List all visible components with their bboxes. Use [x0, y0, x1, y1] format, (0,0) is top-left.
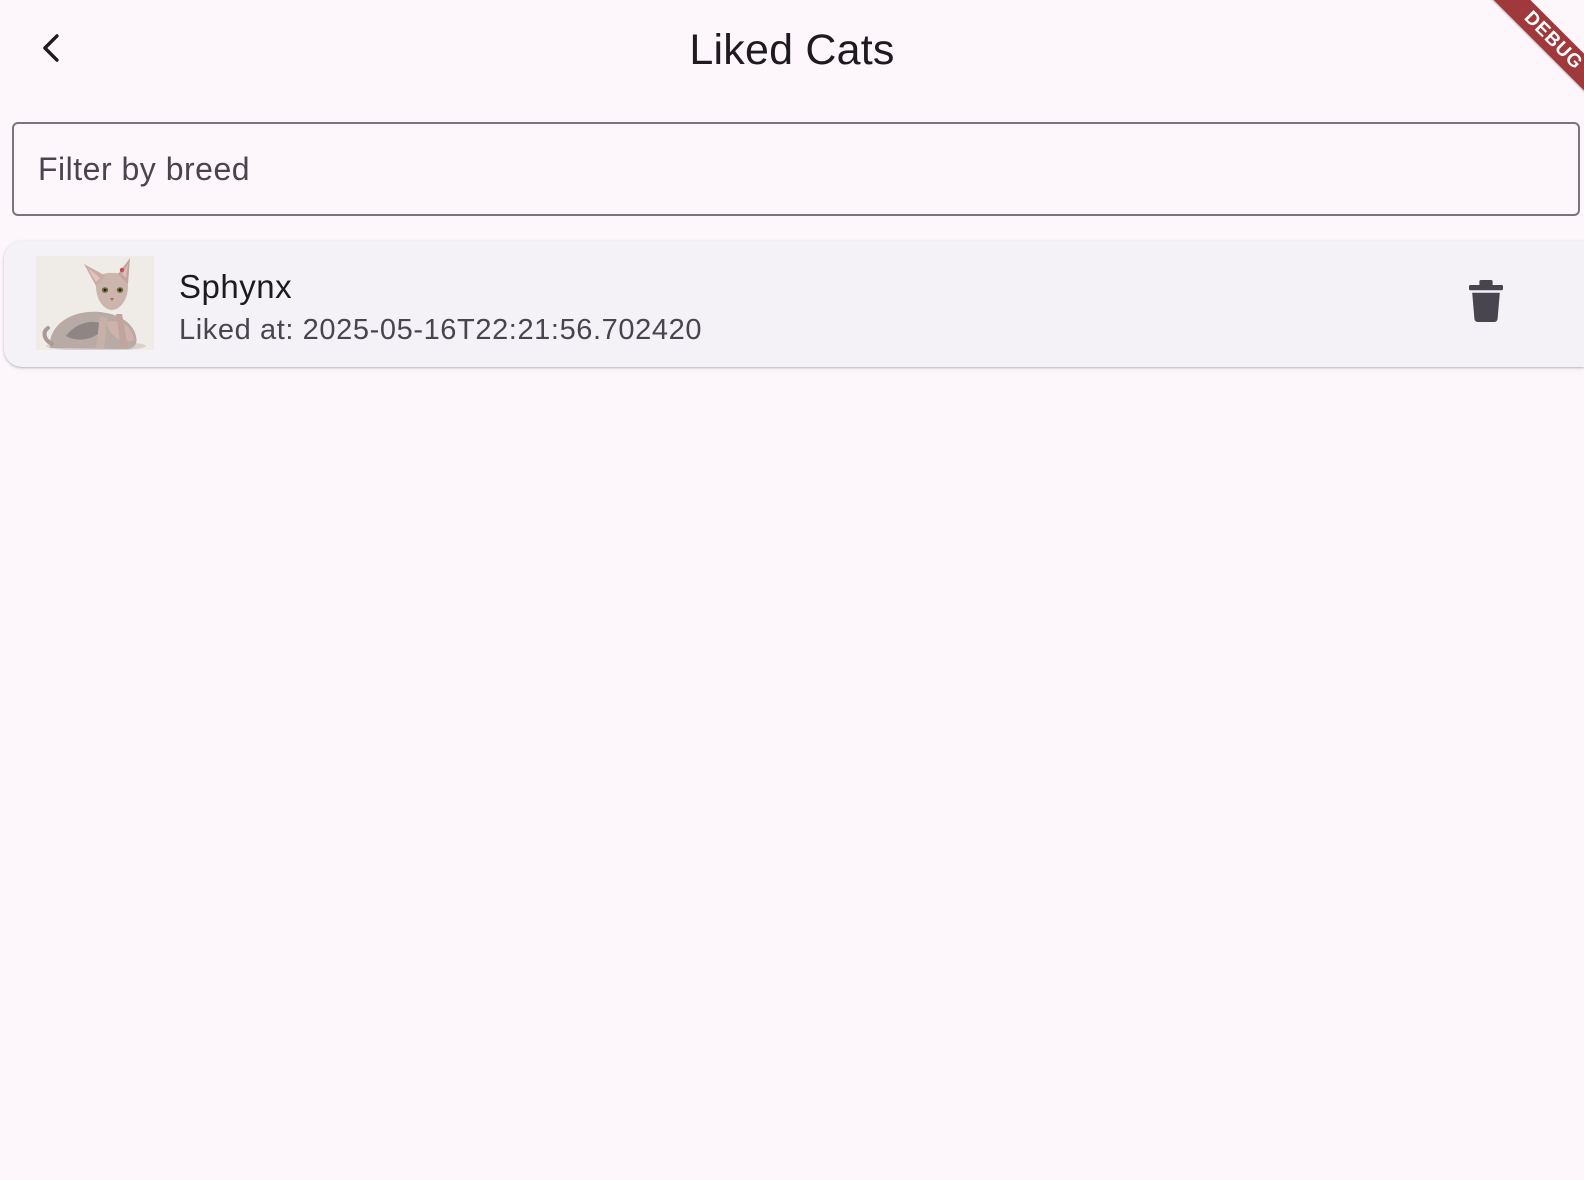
cat-breed: Sphynx	[179, 268, 293, 305]
liked-at-timestamp: Liked at: 2025-05-16T22:21:56.702420	[179, 314, 703, 346]
liked-cat-list-item[interactable]: Sphynx Liked at: 2025-05-16T22:21:56.702…	[4, 241, 1584, 367]
cat-image	[36, 256, 154, 350]
filter-by-breed-input[interactable]	[14, 124, 1578, 214]
cat-thumbnail	[36, 256, 154, 350]
delete-button[interactable]	[1456, 273, 1516, 333]
page-title: Liked Cats	[689, 26, 895, 74]
app-bar: Liked Cats	[0, 0, 1584, 104]
trash-icon	[1469, 279, 1503, 327]
filter-field[interactable]	[12, 122, 1580, 216]
